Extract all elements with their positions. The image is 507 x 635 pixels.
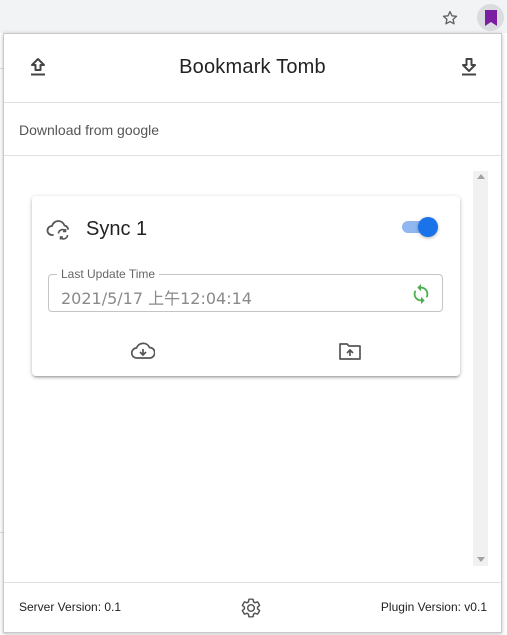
server-version: Server Version: 0.1: [19, 600, 122, 614]
bookmark-icon: [484, 9, 498, 26]
plugin-version: Plugin Version: v0.1: [380, 600, 487, 614]
popup-header: Bookmark Tomb: [4, 34, 501, 103]
refresh-icon[interactable]: [410, 283, 432, 305]
bookmark-extension-button[interactable]: [477, 4, 504, 31]
popup-footer: Server Version: 0.1 Plugin Version: v0.1: [4, 582, 501, 633]
cloud-download-icon[interactable]: [130, 340, 156, 362]
last-update-value: 2021/5/17 上午12:04:14: [61, 289, 252, 308]
sync-list: Sync 1 Last Update Time 2021/5/17 上午12:0…: [4, 156, 501, 582]
gear-icon[interactable]: [240, 597, 262, 619]
sync-title: Sync 1: [86, 218, 148, 240]
page-title: Bookmark Tomb: [179, 56, 326, 78]
browser-toolbar: [0, 0, 507, 33]
sync-toggle[interactable]: [400, 216, 438, 238]
extension-popup: Bookmark Tomb Download from google Sync …: [3, 33, 502, 633]
source-label: Download from google: [19, 122, 160, 138]
source-subheader: Download from google: [4, 103, 501, 156]
cloud-sync-icon: [46, 218, 72, 240]
scroll-up-arrow[interactable]: [477, 174, 485, 179]
last-update-field[interactable]: Last Update Time 2021/5/17 上午12:04:14: [48, 267, 443, 312]
folder-upload-icon[interactable]: [337, 340, 363, 362]
last-update-label: Last Update Time: [57, 267, 160, 281]
toggle-thumb: [418, 217, 438, 237]
card-actions: [32, 326, 460, 376]
star-icon[interactable]: [441, 9, 459, 27]
scroll-down-arrow[interactable]: [477, 557, 485, 562]
sync-card: Sync 1 Last Update Time 2021/5/17 上午12:0…: [32, 196, 460, 376]
scrollbar[interactable]: [473, 171, 488, 566]
download-icon[interactable]: [456, 54, 482, 80]
